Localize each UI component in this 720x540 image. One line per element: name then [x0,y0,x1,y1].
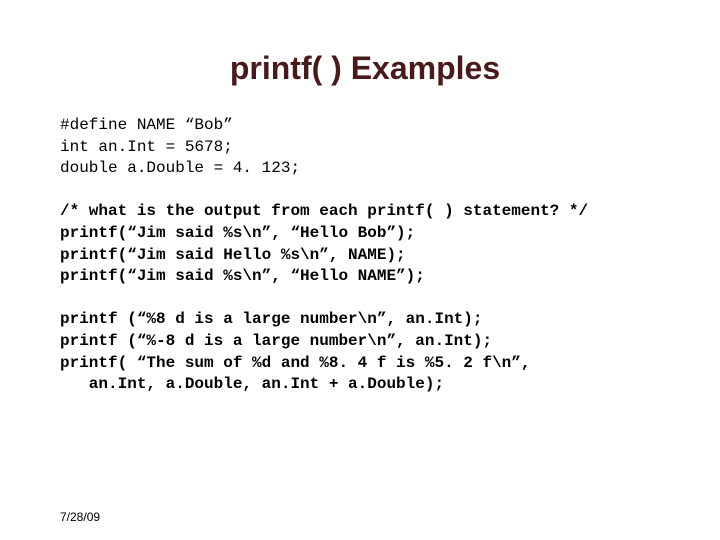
code-block-1: #define NAME “Bob” int an.Int = 5678; do… [60,115,670,396]
code-line: printf (“%-8 d is a large number\n”, an.… [60,332,492,350]
code-line: printf( “The sum of %d and %8. 4 f is %5… [60,354,530,372]
code-line: int an.Int = 5678; [60,138,233,156]
code-line: double a.Double = 4. 123; [60,159,300,177]
code-line: /* what is the output from each printf( … [60,202,588,220]
code-line: printf(“Jim said %s\n”, “Hello Bob”); [60,224,415,242]
slide: printf( ) Examples #define NAME “Bob” in… [0,0,720,540]
code-line: printf (“%8 d is a large number\n”, an.I… [60,310,482,328]
code-line: printf(“Jim said Hello %s\n”, NAME); [60,246,406,264]
slide-date: 7/28/09 [60,510,100,524]
page-title: printf( ) Examples [60,50,670,87]
code-line: #define NAME “Bob” [60,116,233,134]
code-line: an.Int, a.Double, an.Int + a.Double); [60,375,444,393]
code-line: printf(“Jim said %s\n”, “Hello NAME”); [60,267,425,285]
